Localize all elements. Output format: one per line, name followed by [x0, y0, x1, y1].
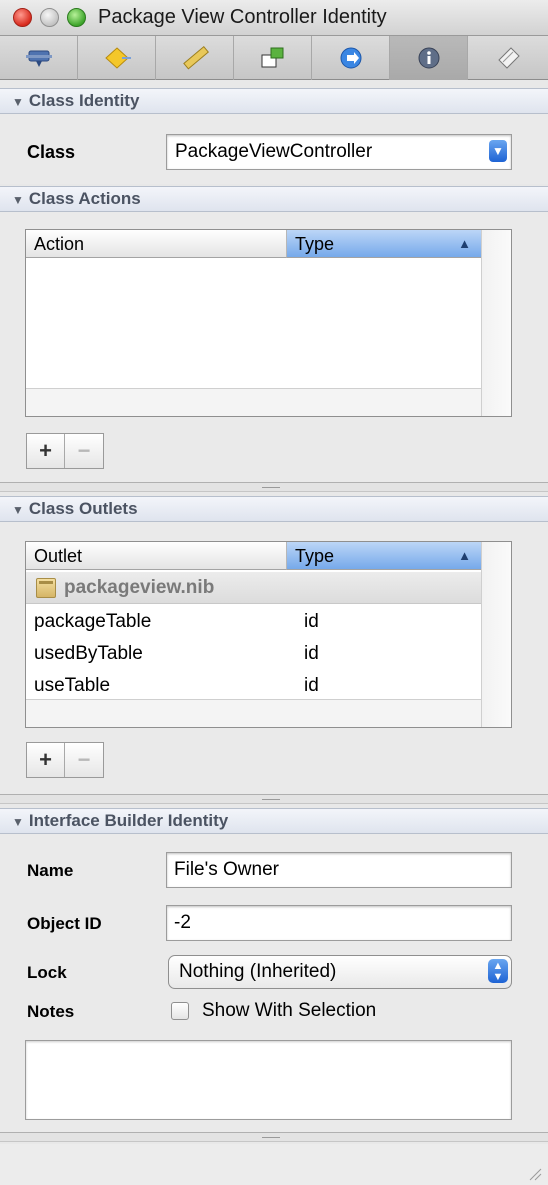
zoom-window-button[interactable] — [67, 8, 86, 27]
show-with-selection-label[interactable]: Show With Selection — [202, 1000, 376, 1022]
size-ruler-icon — [182, 45, 209, 70]
outlet-name: usedByTable — [34, 643, 143, 664]
disclosure-triangle-icon: ▼ — [12, 95, 24, 109]
section-title: Interface Builder Identity — [28, 811, 229, 830]
tab-size[interactable] — [156, 36, 234, 80]
horizontal-scrollbar[interactable] — [26, 699, 481, 727]
table-row[interactable]: usedByTable id — [26, 638, 482, 670]
minimize-window-button[interactable] — [40, 8, 59, 27]
object-id-label: Object ID — [27, 914, 102, 933]
tab-applescript[interactable] — [468, 36, 548, 80]
chevron-down-icon[interactable]: ▼ — [489, 140, 507, 162]
horizontal-scrollbar[interactable] — [26, 388, 481, 416]
notes-textarea[interactable] — [25, 1040, 512, 1120]
name-field[interactable]: File's Owner — [166, 852, 512, 888]
vertical-scrollbar[interactable] — [481, 230, 511, 416]
tab-connections[interactable] — [312, 36, 390, 80]
tab-effects[interactable] — [78, 36, 156, 80]
lock-value: Nothing (Inherited) — [179, 961, 337, 982]
actions-table[interactable]: Action Type ▲ — [25, 229, 512, 417]
add-action-button[interactable]: + — [27, 434, 65, 468]
show-with-selection-checkbox[interactable] — [171, 1002, 189, 1020]
column-header-action[interactable]: Action — [26, 230, 287, 258]
section-ib-identity[interactable]: ▼ Interface Builder Identity — [0, 808, 548, 834]
table-row[interactable]: packageTable id — [26, 606, 482, 638]
remove-outlet-button[interactable]: − — [65, 743, 103, 777]
connections-icon — [340, 47, 361, 69]
close-window-button[interactable] — [13, 8, 32, 27]
tab-attributes[interactable] — [0, 36, 78, 80]
vertical-scrollbar[interactable] — [481, 542, 511, 727]
outlet-name: packageTable — [34, 611, 152, 632]
class-combobox[interactable]: PackageViewController ▼ — [166, 134, 512, 170]
splitter-grip — [262, 799, 280, 800]
window-titlebar: Package View Controller Identity — [0, 0, 548, 36]
tab-identity[interactable] — [390, 36, 468, 80]
column-header-label: Type — [295, 546, 335, 566]
inspector-toolbar — [0, 36, 548, 80]
sort-ascending-icon: ▲ — [458, 236, 471, 251]
attributes-icon — [25, 50, 52, 67]
section-class-outlets[interactable]: ▼ Class Outlets — [0, 496, 548, 522]
splitter-grip — [262, 487, 280, 488]
column-header-outlet[interactable]: Outlet — [26, 542, 287, 570]
table-row[interactable]: useTable id — [26, 670, 482, 702]
applescript-icon — [498, 47, 520, 69]
column-header-type[interactable]: Type ▲ — [287, 542, 482, 570]
resize-grip-icon[interactable] — [528, 1167, 542, 1181]
group-row-nib[interactable]: packageview.nib — [26, 572, 482, 604]
outlets-table[interactable]: Outlet Type ▲ packageview.nib packageTab… — [25, 541, 512, 728]
name-label: Name — [27, 861, 74, 880]
outlet-type: id — [304, 643, 319, 664]
column-header-label: Type — [295, 234, 335, 254]
object-id-field[interactable]: -2 — [166, 905, 512, 941]
column-header-type[interactable]: Type ▲ — [287, 230, 482, 258]
disclosure-triangle-icon: ▼ — [12, 815, 24, 829]
outlet-type: id — [304, 611, 319, 632]
section-title: Class Identity — [28, 91, 140, 110]
sort-ascending-icon: ▲ — [458, 548, 471, 563]
up-down-arrows-icon: ▲ ▼ — [488, 959, 508, 983]
lock-label: Lock — [27, 963, 67, 982]
class-value: PackageViewController — [175, 141, 373, 162]
effects-icon — [104, 47, 131, 69]
section-splitter[interactable] — [0, 794, 548, 804]
notes-label: Notes — [27, 1002, 75, 1021]
outlet-name: useTable — [34, 675, 111, 696]
bottom-pane — [0, 1144, 548, 1185]
nib-file-icon — [36, 578, 56, 598]
section-title: Class Actions — [28, 189, 141, 208]
identity-info-icon — [418, 47, 439, 69]
disclosure-triangle-icon: ▼ — [12, 193, 24, 207]
section-splitter[interactable] — [0, 1132, 548, 1142]
remove-action-button[interactable]: − — [65, 434, 103, 468]
lock-popup[interactable]: Nothing (Inherited) ▲ ▼ — [168, 955, 512, 989]
outlets-add-remove: + − — [26, 742, 104, 778]
bindings-icon — [261, 47, 283, 68]
add-outlet-button[interactable]: + — [27, 743, 65, 777]
section-class-identity[interactable]: ▼ Class Identity — [0, 88, 548, 114]
group-label: packageview.nib — [64, 577, 215, 598]
splitter-grip — [262, 1137, 280, 1138]
window-title: Package View Controller Identity — [98, 6, 387, 28]
section-class-actions[interactable]: ▼ Class Actions — [0, 186, 548, 212]
tab-bindings[interactable] — [234, 36, 312, 80]
actions-add-remove: + − — [26, 433, 104, 469]
section-splitter[interactable] — [0, 482, 548, 492]
outlet-type: id — [304, 675, 319, 696]
class-label: Class — [27, 142, 76, 162]
disclosure-triangle-icon: ▼ — [12, 503, 24, 517]
section-title: Class Outlets — [28, 499, 138, 518]
